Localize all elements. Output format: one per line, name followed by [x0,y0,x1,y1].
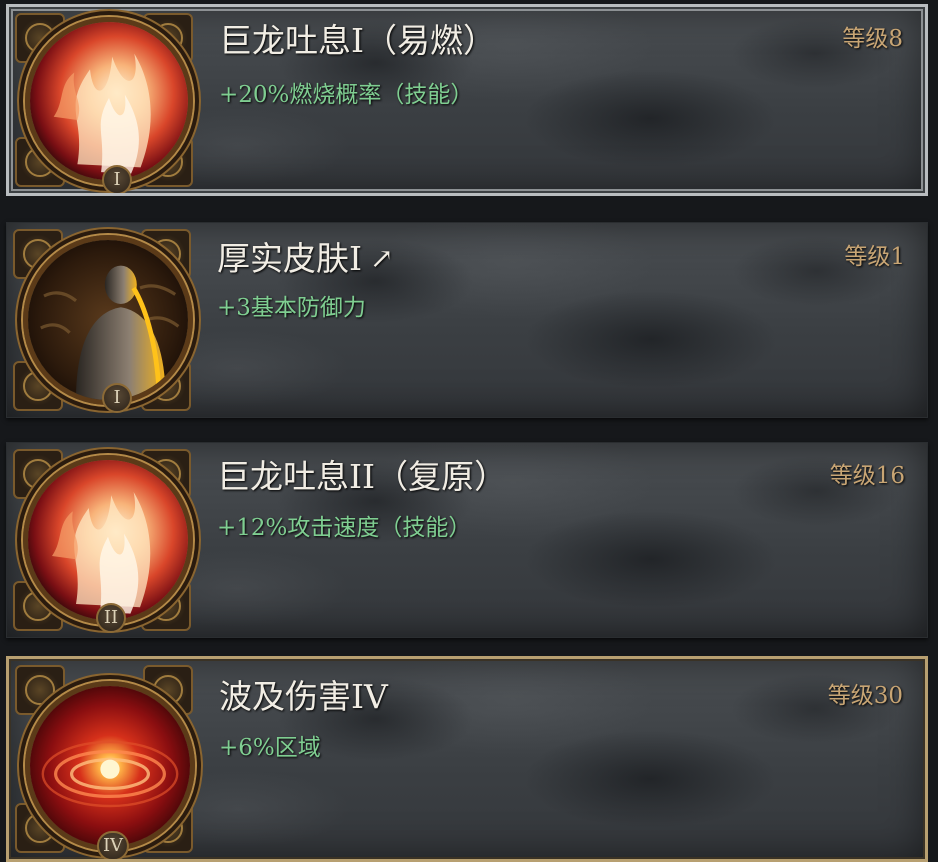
rank-numeral: IV [96,831,130,859]
skill-card-thick-skin[interactable]: I 厚实皮肤I ↗ +3基本防御力 等级1 [6,222,928,418]
skill-title-text: 厚实皮肤I [217,239,363,278]
skill-title: 巨龙吐息II（复原） [217,457,508,496]
skill-level: 等级8 [842,26,903,52]
fire-breath-icon [23,455,193,625]
skill-bonus: +20%燃烧概率（技能） [219,82,474,108]
rank-numeral: II [96,603,126,633]
skill-card-fire-breath-restore[interactable]: II 巨龙吐息II（复原） +12%攻击速度（技能） 等级16 [6,442,928,638]
skill-bonus: +3基本防御力 [217,295,366,321]
skill-bonus: +12%攻击速度（技能） [217,515,472,541]
rank-numeral: I [102,383,132,413]
skill-title: 巨龙吐息I（易燃） [219,21,497,60]
skill-list: I 巨龙吐息I（易燃） +20%燃烧概率（技能） 等级8 I 厚实皮肤I ↗ +… [0,0,938,862]
skill-level: 等级16 [829,463,905,489]
skill-title: 波及伤害IV [219,677,388,716]
thick-skin-icon [23,235,193,405]
fire-breath-icon [25,17,193,185]
skill-bonus: +6%区域 [219,735,321,761]
skill-level: 等级30 [827,683,903,709]
area-damage-icon [25,681,195,851]
skill-level: 等级1 [844,244,905,270]
skill-card-fire-breath-flammable[interactable]: I 巨龙吐息I（易燃） +20%燃烧概率（技能） 等级8 [6,4,928,196]
rank-numeral: I [102,165,132,193]
skill-card-area-damage[interactable]: IV 波及伤害IV +6%区域 等级30 [6,656,928,862]
upgrade-arrow-icon: ↗ [370,242,394,275]
skill-title: 厚实皮肤I ↗ [217,239,394,279]
